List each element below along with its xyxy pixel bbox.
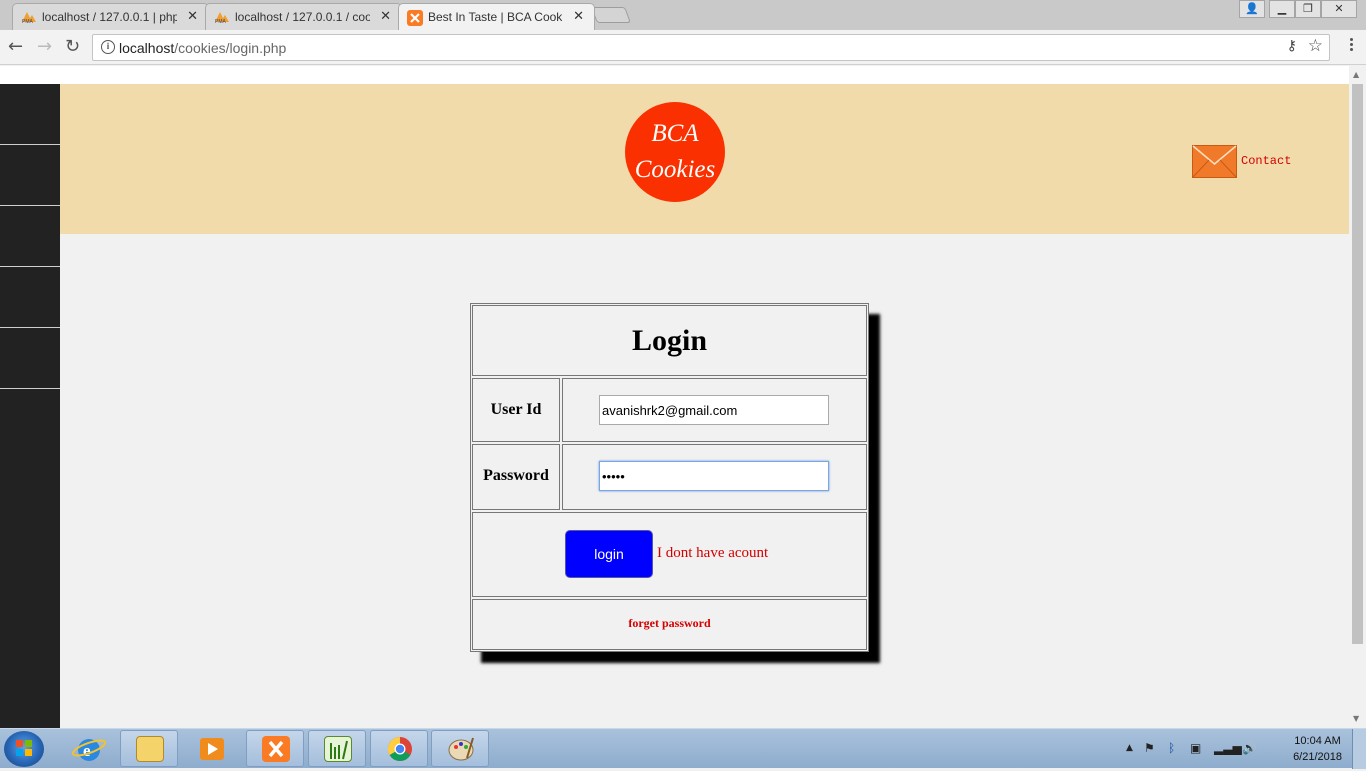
tab-title: Best In Taste | BCA Cooki [428, 10, 563, 24]
chrome-icon [386, 736, 414, 762]
login-button[interactable]: login [565, 530, 653, 578]
forget-password-link[interactable]: forget password [473, 616, 866, 631]
volume-icon[interactable]: 🔊 [1242, 741, 1257, 755]
tab-title: localhost / 127.0.0.1 | php [42, 10, 177, 24]
page-viewport: BCA Cookies Contact Login User Id Passwo… [0, 66, 1366, 728]
login-title-cell: Login [472, 305, 867, 376]
tab-title: localhost / 127.0.0.1 / coo [235, 10, 370, 24]
clock-date: 6/21/2018 [1293, 751, 1342, 763]
xampp-icon [262, 736, 290, 762]
show-desktop-button[interactable] [1352, 729, 1366, 769]
file-explorer-taskbar-button[interactable] [120, 730, 178, 767]
bluetooth-icon[interactable]: ᛒ [1168, 741, 1175, 755]
main-content: Login User Id Password login I dont have… [60, 234, 1349, 728]
flag-icon[interactable]: ⚑ [1144, 741, 1155, 755]
sidebar [0, 84, 60, 728]
login-table: Login User Id Password login I dont have… [470, 303, 869, 652]
browser-tab-2[interactable]: PMA localhost / 127.0.0.1 / coo ✕ [205, 3, 402, 30]
sidebar-item[interactable] [0, 328, 60, 389]
scroll-down-icon[interactable]: ▼ [1353, 714, 1359, 723]
close-icon[interactable]: ✕ [380, 8, 391, 24]
sidebar-item[interactable] [0, 145, 60, 206]
close-icon[interactable]: ✕ [187, 8, 198, 24]
url-text: localhost/cookies/login.php [119, 40, 287, 56]
reload-icon[interactable]: ↻ [65, 37, 80, 57]
site-header: BCA Cookies Contact [60, 84, 1349, 234]
minimize-button[interactable]: ▁ [1269, 0, 1295, 18]
restore-button[interactable]: ❐ [1295, 0, 1321, 18]
password-label-cell: Password [472, 444, 560, 510]
browser-tab-3[interactable]: Best In Taste | BCA Cooki ✕ [398, 3, 595, 30]
user-input-cell [562, 378, 867, 442]
system-tray: ▲ ⚑ ᛒ ▣ ▂▃▅ 🔊 10:04 AM 6/21/2018 [1126, 729, 1366, 769]
browser-toolbar: ← → ↻ i localhost/cookies/login.php ⚷ ☆ [0, 30, 1366, 65]
folder-icon [136, 736, 164, 762]
page-scrollbar[interactable]: ▲ ▼ [1349, 66, 1366, 728]
forward-icon[interactable]: → [37, 37, 52, 57]
key-icon[interactable]: ⚷ [1287, 38, 1297, 54]
address-bar[interactable]: i localhost/cookies/login.php ⚷ ☆ [92, 34, 1330, 61]
start-button[interactable] [4, 731, 44, 767]
info-icon[interactable]: i [101, 40, 115, 54]
login-title: Login [631, 324, 708, 357]
editor-taskbar-button[interactable] [308, 730, 366, 767]
close-window-button[interactable]: ✕ [1321, 0, 1357, 18]
scroll-up-icon[interactable]: ▲ [1353, 70, 1359, 79]
paint-palette-icon [447, 736, 475, 762]
phpmyadmin-icon: PMA [214, 10, 230, 25]
forget-cell: forget password [472, 599, 867, 650]
actions-cell: login I dont have acount [472, 512, 867, 597]
back-icon[interactable]: ← [8, 37, 23, 57]
close-icon[interactable]: ✕ [573, 8, 584, 24]
envelope-icon[interactable] [1192, 145, 1237, 178]
new-tab-button[interactable] [591, 7, 631, 23]
svg-text:PMA: PMA [215, 19, 227, 24]
clock[interactable]: 10:04 AM 6/21/2018 [1293, 733, 1342, 765]
sidebar-item[interactable] [0, 84, 60, 145]
signup-link[interactable]: I dont have acount [657, 545, 768, 562]
password-label: Password [483, 467, 549, 484]
internet-explorer-icon[interactable]: e [66, 733, 110, 765]
paint-taskbar-button[interactable] [431, 730, 489, 767]
windows-logo-icon [16, 740, 32, 756]
clock-time: 10:04 AM [1294, 735, 1341, 747]
profile-icon[interactable]: 👤 [1239, 0, 1265, 18]
media-player-icon[interactable] [190, 733, 234, 765]
show-hidden-icons[interactable]: ▲ [1126, 743, 1133, 753]
notepad-icon [324, 736, 352, 762]
menu-icon[interactable] [1350, 36, 1354, 53]
password-input[interactable] [599, 461, 829, 491]
phpmyadmin-icon: PMA [21, 10, 37, 25]
xampp-taskbar-button[interactable] [246, 730, 304, 767]
device-icon[interactable]: ▣ [1190, 741, 1201, 755]
user-id-input[interactable] [599, 395, 829, 425]
scroll-thumb[interactable] [1352, 84, 1363, 644]
windows-taskbar: e ▲ ⚑ ᛒ ▣ ▂▃▅ 🔊 10:04 AM 6/21/2018 [0, 728, 1366, 769]
logo-line1: BCA [651, 120, 699, 147]
xampp-icon [407, 10, 423, 26]
logo-line2: Cookies [634, 156, 716, 183]
browser-tab-bar: PMA localhost / 127.0.0.1 | php ✕ PMA lo… [0, 0, 1366, 30]
svg-text:PMA: PMA [22, 19, 34, 24]
user-id-label: User Id [490, 401, 542, 418]
chrome-taskbar-button[interactable] [370, 730, 428, 767]
sidebar-item[interactable] [0, 206, 60, 267]
sidebar-item[interactable] [0, 267, 60, 328]
star-icon[interactable]: ☆ [1308, 36, 1323, 56]
contact-link[interactable]: Contact [1241, 154, 1291, 168]
browser-tab-1[interactable]: PMA localhost / 127.0.0.1 | php ✕ [12, 3, 209, 30]
site-logo[interactable]: BCA Cookies [625, 102, 725, 202]
user-label-cell: User Id [472, 378, 560, 442]
password-input-cell [562, 444, 867, 510]
network-icon[interactable]: ▂▃▅ [1214, 741, 1242, 755]
